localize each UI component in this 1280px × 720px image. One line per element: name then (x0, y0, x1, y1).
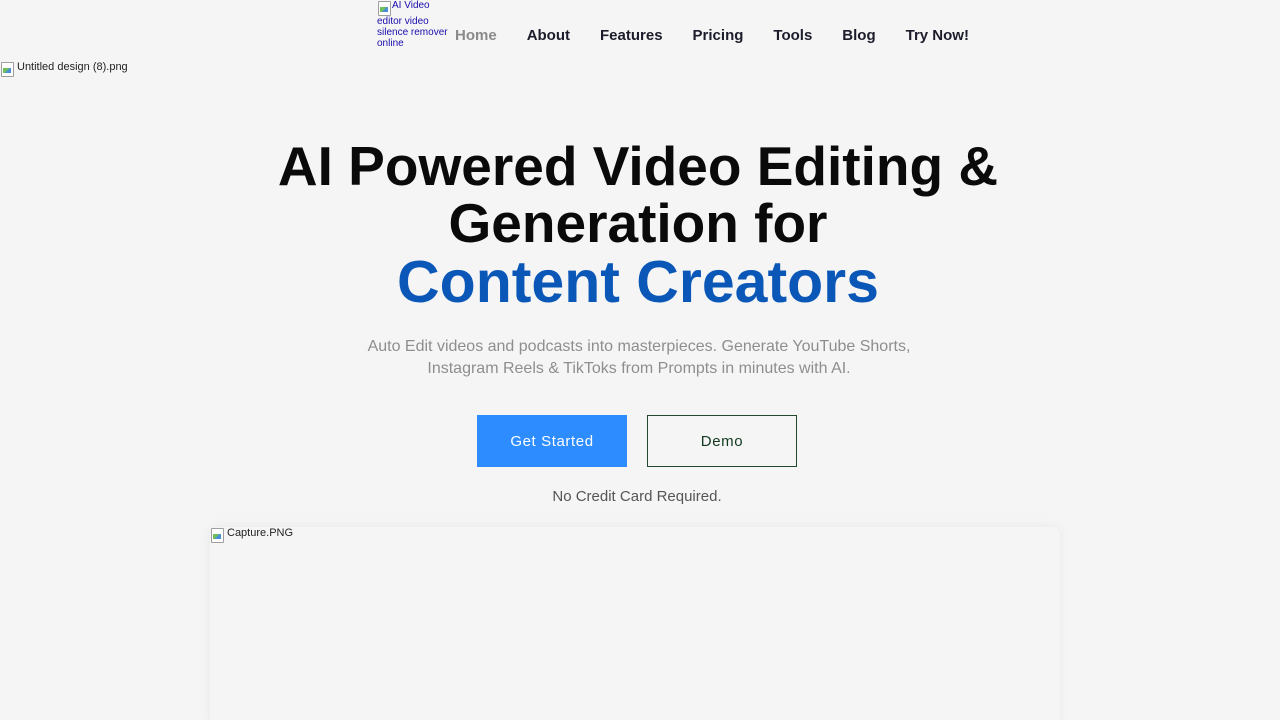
main-nav: Home About Features Pricing Tools Blog T… (455, 26, 969, 46)
hero-subtitle: Auto Edit videos and podcasts into maste… (367, 338, 911, 377)
nav-blog[interactable]: Blog (842, 26, 875, 46)
broken-image-icon (377, 0, 391, 16)
hero-title-line2: Generation for (448, 192, 828, 254)
page: AI Video editor video silence remover on… (0, 0, 1280, 720)
hero-title: AI Powered Video Editing & Generation fo… (0, 135, 1276, 315)
banner-image: Untitled design (8).png (0, 61, 128, 78)
broken-image-icon (210, 527, 226, 544)
hero-title-line1: AI Powered Video Editing & (277, 135, 999, 197)
preview-card: Capture.PNG (210, 527, 1060, 720)
hero-title-accent: Content Creators (397, 249, 879, 315)
broken-image-icon (0, 61, 16, 78)
nav-features[interactable]: Features (600, 26, 663, 46)
no-credit-card-note: No Credit Card Required. (552, 488, 722, 505)
logo-link[interactable]: AI Video editor video silence remover on… (377, 0, 449, 49)
nav-pricing[interactable]: Pricing (693, 26, 744, 46)
nav-try-now[interactable]: Try Now! (906, 26, 969, 46)
demo-button[interactable]: Demo (647, 415, 797, 467)
get-started-button[interactable]: Get Started (477, 415, 627, 467)
nav-home[interactable]: Home (455, 26, 497, 46)
nav-tools[interactable]: Tools (773, 26, 812, 46)
nav-about[interactable]: About (527, 26, 570, 46)
banner-alt-text: Untitled design (8).png (17, 61, 128, 73)
preview-image: Capture.PNG (210, 527, 293, 544)
preview-alt-text: Capture.PNG (227, 527, 294, 539)
